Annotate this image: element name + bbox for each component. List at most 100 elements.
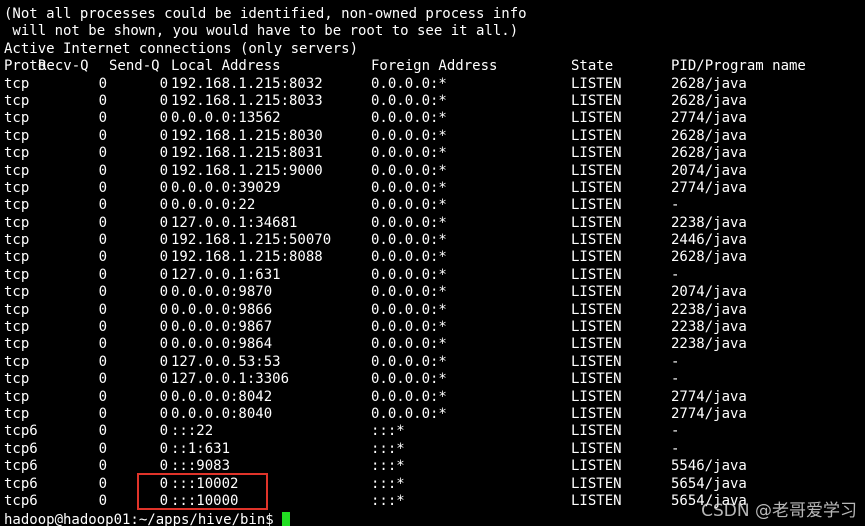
row-local-address: 0.0.0.0:9866: [171, 301, 273, 318]
row-pid-program: 2628/java: [671, 127, 747, 144]
table-row: tcp6 0 0:::10002:::* LISTEN 5654/java: [4, 476, 865, 493]
row-sendq: 0: [159, 110, 168, 127]
row-recvq: 0: [98, 371, 107, 388]
connection-rows: tcp 0 0 192.168.1.215:8032 0.0.0.0:* LISTEN 26…: [4, 76, 865, 511]
row-pid-program: -: [671, 440, 680, 457]
row-foreign-address: 0.0.0.0:*: [371, 405, 447, 422]
table-row: tcp 0 0 192.168.1.215:8031 0.0.0.0:* LISTEN 26…: [4, 145, 865, 162]
row-sendq: 0: [159, 197, 168, 214]
column-header-sendq: Send-Q: [109, 58, 160, 75]
row-state: LISTEN: [571, 423, 622, 440]
row-recvq: 0: [98, 319, 107, 336]
row-state: LISTEN: [571, 405, 622, 422]
row-state: LISTEN: [571, 284, 622, 301]
row-foreign-address: 0.0.0.0:*: [371, 232, 447, 249]
column-header-state: State: [571, 58, 614, 75]
row-pid-program: -: [671, 423, 680, 440]
row-sendq: 0: [159, 284, 168, 301]
row-sendq: 0: [159, 440, 168, 457]
row-pid-program: 2774/java: [671, 388, 747, 405]
row-pid-program: 5546/java: [671, 458, 747, 475]
row-foreign-address: 0.0.0.0:*: [371, 371, 447, 388]
row-foreign-address: 0.0.0.0:*: [371, 179, 447, 196]
row-proto: tcp: [4, 249, 30, 266]
header-line: (Not all processes could be identified, …: [4, 6, 527, 22]
row-recvq: 0: [98, 145, 107, 162]
row-sendq: 0: [159, 249, 168, 266]
row-state: LISTEN: [571, 353, 622, 370]
row-local-address: 192.168.1.215:8031: [171, 145, 323, 162]
row-foreign-address: 0.0.0.0:*: [371, 249, 447, 266]
table-row: tcp 0 0 0.0.0.0:8040 0.0.0.0:* LISTEN 2774/jav…: [4, 406, 865, 423]
row-state: LISTEN: [571, 197, 622, 214]
row-foreign-address: 0.0.0.0:*: [371, 301, 447, 318]
row-proto: tcp: [4, 232, 30, 249]
row-local-address: 0.0.0.0:13562: [171, 110, 281, 127]
header-line: Active Internet connections (only server…: [4, 40, 359, 57]
table-row: tcp 0 0 127.0.0.1:3306 0.0.0.0:* LISTEN -: [4, 371, 865, 388]
row-pid-program: -: [671, 266, 680, 283]
row-pid-program: 2238/java: [671, 319, 747, 336]
row-state: LISTEN: [571, 214, 622, 231]
table-row: tcp 0 0 192.168.1.215:8030 0.0.0.0:* LISTEN 26…: [4, 128, 865, 145]
row-sendq: 0: [159, 127, 168, 144]
row-state: LISTEN: [571, 266, 622, 283]
table-row: tcp 0 0 192.168.1.215:9000 0.0.0.0:* LISTEN 20…: [4, 163, 865, 180]
row-state: LISTEN: [571, 249, 622, 266]
row-foreign-address: 0.0.0.0:*: [371, 336, 447, 353]
row-sendq: 0: [159, 319, 168, 336]
row-foreign-address: 0.0.0.0:*: [371, 266, 447, 283]
row-pid-program: 2074/java: [671, 284, 747, 301]
row-proto: tcp: [4, 214, 30, 231]
row-pid-program: 2446/java: [671, 232, 747, 249]
row-sendq: 0: [159, 423, 168, 440]
row-local-address: ::1:631: [171, 440, 231, 457]
column-header-row: Proto Recv-Q Send-Q Local Address Foreig…: [4, 58, 865, 75]
watermark: CSDN @老哥爱学习: [701, 500, 857, 521]
row-foreign-address: 0.0.0.0:*: [371, 353, 447, 370]
column-header-recvq: Recv-Q: [38, 58, 89, 75]
column-header-pid-program: PID/Program name: [671, 58, 806, 75]
row-pid-program: 2774/java: [671, 179, 747, 196]
row-recvq: 0: [98, 214, 107, 231]
column-header-foreign-address: Foreign Address: [371, 58, 498, 75]
row-state: LISTEN: [571, 145, 622, 162]
table-row: tcp 0 0 192.168.1.215:8088 0.0.0.0:* LISTEN 26…: [4, 249, 865, 266]
table-row: tcp 0 0 0.0.0.0:9870 0.0.0.0:* LISTEN 2074/jav…: [4, 284, 865, 301]
row-recvq: 0: [98, 75, 107, 92]
row-pid-program: -: [671, 371, 680, 388]
row-sendq: 0: [159, 179, 168, 196]
shell-prompt-line[interactable]: hadoop@hadoop01:~/apps/hive/bin$: [4, 512, 291, 526]
row-state: LISTEN: [571, 492, 622, 509]
row-local-address: 0.0.0.0:9864: [171, 336, 273, 353]
row-recvq: 0: [98, 388, 107, 405]
row-recvq: 0: [98, 405, 107, 422]
row-proto: tcp: [4, 353, 30, 370]
terminal-window[interactable]: (Not all processes could be identified, …: [0, 0, 865, 526]
row-foreign-address: 0.0.0.0:*: [371, 197, 447, 214]
row-local-address: 0.0.0.0:9870: [171, 284, 273, 301]
row-pid-program: 2774/java: [671, 110, 747, 127]
row-local-address: 192.168.1.215:8033: [171, 92, 323, 109]
row-state: LISTEN: [571, 458, 622, 475]
table-row: tcp 0 0 0.0.0.0:9864 0.0.0.0:* LISTEN 2238/jav…: [4, 336, 865, 353]
row-recvq: 0: [98, 232, 107, 249]
netstat-output: (Not all processes could be identified, …: [4, 6, 865, 510]
table-row: tcp6 0 0::1:631:::* LISTEN -: [4, 441, 865, 458]
row-state: LISTEN: [571, 75, 622, 92]
row-foreign-address: :::*: [371, 458, 405, 475]
row-local-address: 0.0.0.0:22: [171, 197, 256, 214]
row-sendq: 0: [159, 405, 168, 422]
row-sendq: 0: [159, 371, 168, 388]
row-state: LISTEN: [571, 92, 622, 109]
row-recvq: 0: [98, 458, 107, 475]
row-local-address: 192.168.1.215:8030: [171, 127, 323, 144]
row-pid-program: 2628/java: [671, 145, 747, 162]
row-foreign-address: 0.0.0.0:*: [371, 145, 447, 162]
row-pid-program: 2774/java: [671, 405, 747, 422]
row-local-address: 127.0.0.1:3306: [171, 371, 290, 388]
table-row: tcp 0 0 192.168.1.215:8032 0.0.0.0:* LISTEN 26…: [4, 76, 865, 93]
row-proto: tcp6: [4, 475, 38, 492]
row-sendq: 0: [159, 92, 168, 109]
row-local-address: :::22: [171, 423, 214, 440]
